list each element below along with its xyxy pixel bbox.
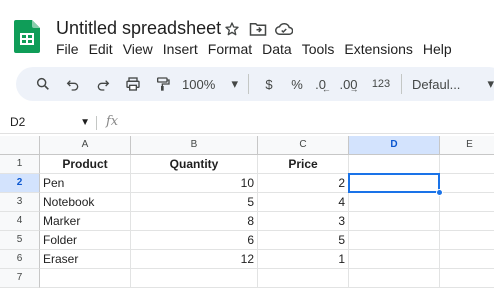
column-header-a[interactable]: A [40,136,131,155]
print-icon[interactable] [118,71,148,97]
search-menus-icon[interactable] [28,71,58,97]
menu-view[interactable]: View [118,40,158,60]
cell-d6[interactable] [349,250,440,269]
paint-format-icon[interactable] [148,71,178,97]
sheets-logo-icon[interactable] [14,20,40,53]
row-header-3[interactable]: 3 [0,193,40,212]
select-all-corner[interactable] [0,136,40,155]
cell-c1[interactable]: Price [258,155,349,174]
cell-b3[interactable]: 5 [131,193,258,212]
menu-insert[interactable]: Insert [158,40,203,60]
cell-d4[interactable] [349,212,440,231]
zoom-select[interactable]: 100% ▾ [178,71,242,97]
increase-decimal-button[interactable]: .00 → [339,71,367,97]
cell-b1[interactable]: Quantity [131,155,258,174]
column-header-d[interactable]: D [349,136,440,155]
row-header-6[interactable]: 6 [0,250,40,269]
row-header-5[interactable]: 5 [0,231,40,250]
menu-tools[interactable]: Tools [297,40,340,60]
row-header-2[interactable]: 2 [0,174,40,193]
menu-help[interactable]: Help [418,40,457,60]
cell-e3[interactable] [440,193,494,212]
name-box[interactable]: D2 ▼ [10,115,90,129]
fill-handle[interactable] [436,189,443,196]
menu-bar: File Edit View Insert Format Data Tools … [56,40,457,60]
font-select[interactable]: Defaul... ▾ [408,71,494,97]
cell-e2[interactable] [440,174,494,193]
column-header-c[interactable]: C [258,136,349,155]
toolbar-divider [401,74,402,94]
cell-e6[interactable] [440,250,494,269]
chevron-down-icon: ▾ [487,76,494,91]
toolbar: 100% ▾ $ % .0 ← .00 → 123 Defaul... ▾ [16,67,494,101]
active-cell-outline [348,173,440,193]
cell-d3[interactable] [349,193,440,212]
menu-data[interactable]: Data [257,40,297,60]
toolbar-divider [248,74,249,94]
row-header-1[interactable]: 1 [0,155,40,174]
formula-bar: D2 ▼ fx [0,112,494,134]
cell-b7[interactable] [131,269,258,288]
cell-b6[interactable]: 12 [131,250,258,269]
cell-a7[interactable] [40,269,131,288]
row-header-7[interactable]: 7 [0,269,40,288]
menu-file[interactable]: File [56,40,84,60]
formula-divider [96,116,97,130]
column-header-e[interactable]: E [440,136,494,155]
chevron-down-icon: ▾ [231,76,238,91]
cell-e4[interactable] [440,212,494,231]
cell-b2[interactable]: 10 [131,174,258,193]
row-header-4[interactable]: 4 [0,212,40,231]
cell-c7[interactable] [258,269,349,288]
cell-c4[interactable]: 3 [258,212,349,231]
more-formats-button[interactable]: 123 [367,71,395,97]
cell-a4[interactable]: Marker [40,212,131,231]
cell-a6[interactable]: Eraser [40,250,131,269]
undo-icon[interactable] [58,71,88,97]
font-value: Defaul... [412,76,461,92]
cell-e5[interactable] [440,231,494,250]
cell-e1[interactable] [440,155,494,174]
cell-b5[interactable]: 6 [131,231,258,250]
redo-icon[interactable] [88,71,118,97]
cell-d7[interactable] [349,269,440,288]
currency-format-button[interactable]: $ [255,71,283,97]
decrease-decimal-button[interactable]: .0 ← [311,71,339,97]
cell-c3[interactable]: 4 [258,193,349,212]
cell-a5[interactable]: Folder [40,231,131,250]
cell-c2[interactable]: 2 [258,174,349,193]
menu-extensions[interactable]: Extensions [339,40,417,60]
cloud-saved-icon[interactable] [274,18,294,40]
zoom-value: 100% [182,76,216,92]
cell-a2[interactable]: Pen [40,174,131,193]
cell-d5[interactable] [349,231,440,250]
column-header-b[interactable]: B [131,136,258,155]
cell-b4[interactable]: 8 [131,212,258,231]
menu-edit[interactable]: Edit [84,40,118,60]
move-folder-icon[interactable] [248,18,268,40]
cell-d1[interactable] [349,155,440,174]
cell-c6[interactable]: 1 [258,250,349,269]
cell-c5[interactable]: 5 [258,231,349,250]
cell-a3[interactable]: Notebook [40,193,131,212]
star-icon[interactable] [222,18,242,40]
percent-format-button[interactable]: % [283,71,311,97]
cell-a1[interactable]: Product [40,155,131,174]
fx-icon: fx [106,114,119,129]
name-box-value: D2 [10,115,26,129]
document-title[interactable]: Untitled spreadsheet [56,18,221,39]
menu-format[interactable]: Format [203,40,257,60]
cell-e7[interactable] [440,269,494,288]
chevron-down-icon: ▼ [80,116,90,128]
